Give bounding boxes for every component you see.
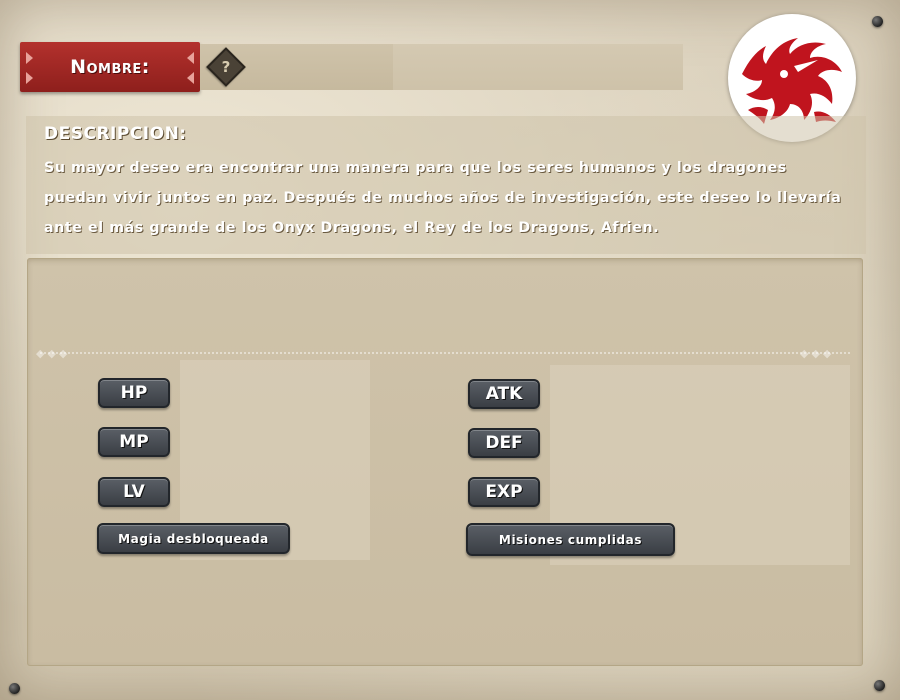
- divider-ornament-right: ◆◆◆: [800, 347, 835, 360]
- stat-exp-label: EXP: [485, 482, 523, 502]
- stat-missions-completed-label: Misiones cumplidas: [498, 532, 643, 547]
- name-field-value: [393, 44, 683, 90]
- stat-lv-label: LV: [123, 482, 145, 502]
- divider-ornament-left: ◆◆◆: [36, 347, 71, 360]
- stat-hp-button[interactable]: HP: [98, 378, 170, 408]
- rivet-top-right: [872, 16, 883, 27]
- stat-atk-button[interactable]: ATK: [468, 379, 540, 409]
- stat-mp-button[interactable]: MP: [98, 427, 170, 457]
- name-label-banner: Nombre:: [20, 42, 200, 92]
- question-mark-icon[interactable]: ?: [206, 47, 246, 87]
- stat-def-button[interactable]: DEF: [468, 428, 540, 458]
- rivet-bottom-right: [874, 680, 885, 691]
- panel-divider: [40, 352, 850, 356]
- description-title: DESCRIPCION:: [44, 124, 187, 144]
- stat-unlocked-magic-button[interactable]: Magia desbloqueada: [97, 523, 290, 554]
- rivet-bottom-left: [9, 683, 20, 694]
- stat-atk-label: ATK: [485, 384, 523, 404]
- stat-mp-label: MP: [119, 432, 149, 452]
- stat-def-label: DEF: [485, 433, 523, 453]
- stat-lv-button[interactable]: LV: [98, 477, 170, 507]
- help-symbol: ?: [221, 58, 231, 76]
- stat-hp-label: HP: [120, 383, 148, 403]
- stat-unlocked-magic-label: Magia desbloqueada: [118, 531, 269, 546]
- name-label-text: Nombre:: [70, 56, 150, 78]
- stat-exp-button[interactable]: EXP: [468, 477, 540, 507]
- description-text: Su mayor deseo era encontrar una manera …: [44, 160, 842, 236]
- name-field[interactable]: [200, 44, 683, 90]
- stat-missions-completed-button[interactable]: Misiones cumplidas: [466, 523, 675, 556]
